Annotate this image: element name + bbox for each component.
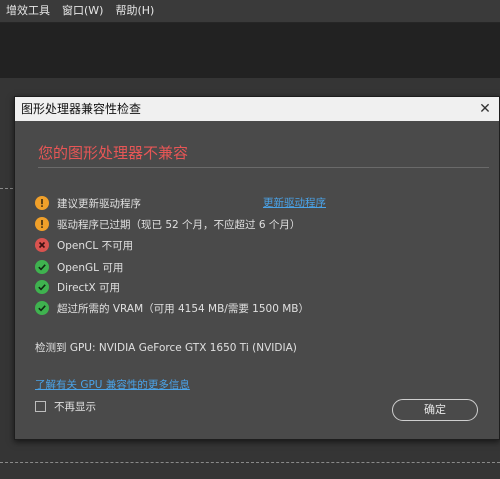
menu-item-window[interactable]: 窗口(W) (56, 0, 109, 22)
status-text: 建议更新驱动程序 (57, 197, 141, 210)
options-bar-area (0, 23, 500, 78)
status-item-directx: DirectX 可用 (35, 278, 120, 296)
gpu-compatibility-dialog: 图形处理器兼容性检查 ✕ 您的图形处理器不兼容 建议更新驱动程序 驱动程序已过期… (14, 96, 500, 440)
status-text: OpenGL 可用 (57, 261, 124, 274)
ok-button[interactable]: 确定 (392, 399, 478, 421)
warning-icon (35, 196, 49, 210)
check-icon (35, 301, 49, 315)
update-driver-link[interactable]: 更新驱动程序 (263, 195, 326, 210)
dont-show-again-row[interactable]: 不再显示 (35, 399, 96, 414)
dialog-title: 图形处理器兼容性检查 (21, 102, 142, 116)
check-icon (35, 260, 49, 274)
status-item-opencl: OpenCL 不可用 (35, 236, 133, 254)
status-text: 驱动程序已过期（现已 52 个月，不应超过 6 个月） (57, 218, 301, 231)
dont-show-again-label: 不再显示 (54, 401, 96, 413)
dashed-guide-bottom (0, 462, 500, 463)
status-text: OpenCL 不可用 (57, 239, 134, 252)
warning-icon (35, 217, 49, 231)
gpu-detected-text: 检测到 GPU: NVIDIA GeForce GTX 1650 Ti (NVI… (35, 342, 297, 354)
menu-item-plugins[interactable]: 增效工具 (0, 0, 56, 22)
incompatible-heading: 您的图形处理器不兼容 (38, 144, 189, 162)
status-item-driver-outdated: 驱动程序已过期（现已 52 个月，不应超过 6 个月） (35, 215, 300, 233)
status-text: DirectX 可用 (57, 281, 120, 294)
status-text: 超过所需的 VRAM（可用 4154 MB/需要 1500 MB） (57, 302, 309, 315)
gpu-compatibility-info-link[interactable]: 了解有关 GPU 兼容性的更多信息 (35, 377, 190, 392)
status-item-vram: 超过所需的 VRAM（可用 4154 MB/需要 1500 MB） (35, 299, 309, 317)
error-icon (35, 238, 49, 252)
dialog-titlebar: 图形处理器兼容性检查 ✕ (15, 97, 499, 121)
status-item-opengl: OpenGL 可用 (35, 258, 123, 276)
close-button[interactable]: ✕ (477, 97, 493, 121)
check-icon (35, 280, 49, 294)
status-item-update-driver: 建议更新驱动程序 (35, 194, 141, 212)
menu-item-help[interactable]: 帮助(H) (109, 0, 160, 22)
heading-divider (38, 167, 489, 168)
dont-show-again-checkbox[interactable] (35, 401, 46, 412)
menu-bar: 增效工具 窗口(W) 帮助(H) (0, 0, 500, 23)
